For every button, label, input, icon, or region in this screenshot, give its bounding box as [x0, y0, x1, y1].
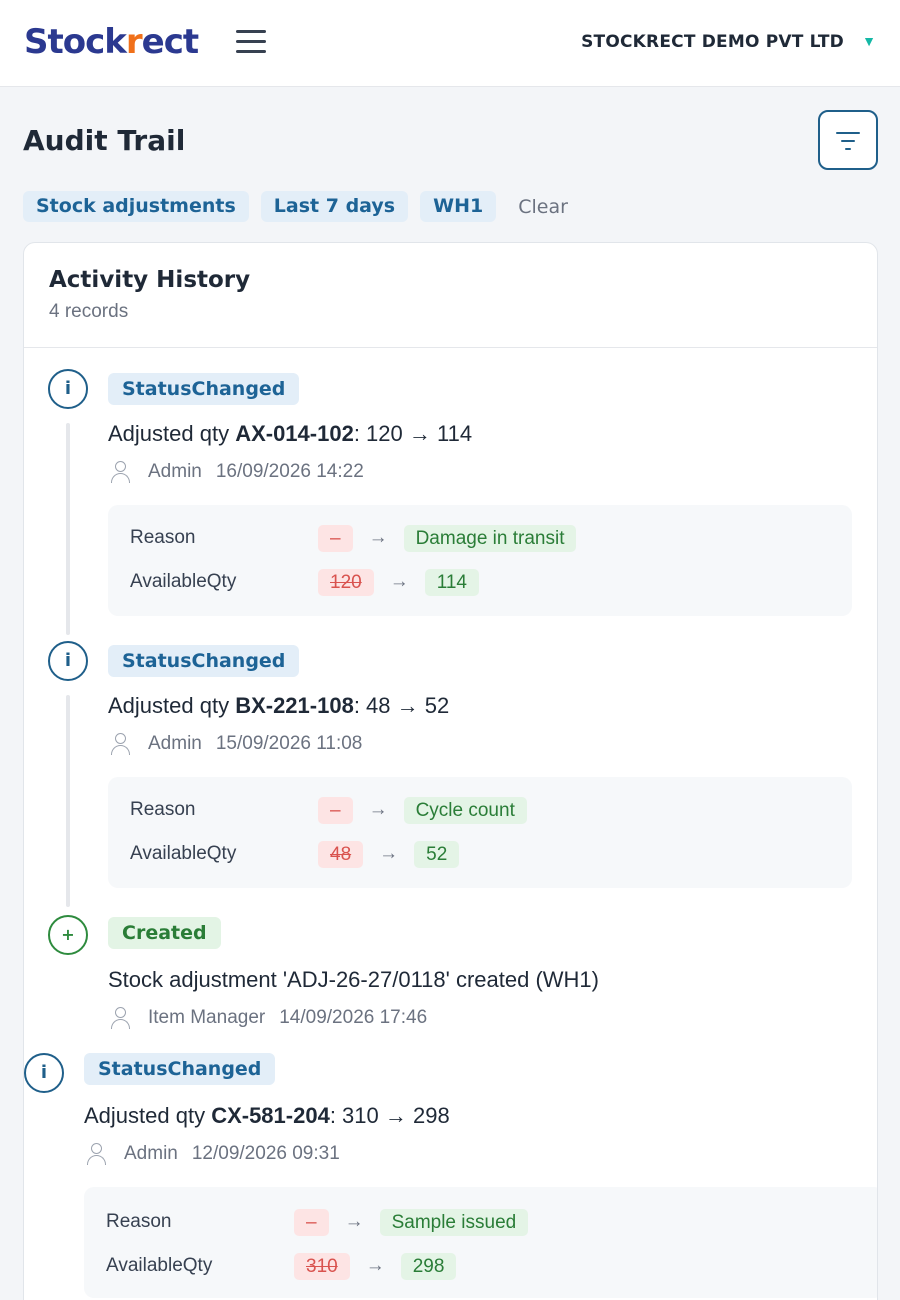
entry-timestamp: 15/09/2026 11:08	[215, 733, 363, 754]
change-field: Reason	[106, 1211, 172, 1232]
filter-chip-period[interactable]: Last 7 days	[260, 191, 409, 222]
change-details: Reason – → Cycle count AvailableQty 48 →…	[108, 777, 852, 888]
logo-text-main: Stock	[24, 22, 127, 62]
change-row: Reason – → Damage in transit	[130, 524, 577, 552]
logo-text-tick: r	[125, 22, 143, 62]
change-row: AvailableQty 310 → 298	[106, 1252, 457, 1280]
change-row: Reason – → Cycle count	[130, 796, 527, 824]
timeline-connector	[66, 695, 70, 907]
company-name[interactable]: STOCKRECT DEMO PVT LTD	[581, 32, 844, 52]
event-type-badge: Created	[108, 917, 221, 949]
timeline-connector	[66, 423, 70, 635]
entry-timestamp: 16/09/2026 14:22	[215, 461, 364, 482]
change-field: Reason	[130, 799, 196, 820]
change-field: AvailableQty	[130, 571, 237, 592]
old-value: –	[294, 1208, 329, 1236]
entry-message: Adjusted qty BX-221-108: 48 → 52	[108, 693, 450, 718]
arrow-right-icon: →	[344, 1211, 364, 1232]
card-title: Activity History	[49, 267, 251, 293]
top-bar: Stockrect STOCKRECT DEMO PVT LTD ▼	[0, 0, 900, 87]
new-value: Sample issued	[379, 1208, 529, 1236]
info-icon: i	[48, 369, 88, 409]
entry-message: Stock adjustment 'ADJ-26-27/0118' create…	[108, 967, 599, 992]
info-icon: i	[24, 1053, 64, 1093]
change-details: Reason – → Damage in transit AvailableQt…	[108, 505, 852, 616]
old-value: 48	[318, 840, 364, 868]
old-value: 310	[294, 1252, 350, 1280]
entry-message: Adjusted qty AX-014-102: 120 → 114	[108, 421, 473, 446]
user-icon	[110, 460, 132, 484]
new-value: 298	[400, 1252, 457, 1280]
clear-filters-link[interactable]: Clear	[508, 196, 568, 218]
entry-meta: Admin 15/09/2026 11:08	[110, 732, 362, 756]
entry-user: Admin	[148, 461, 202, 482]
entry-timestamp: 14/09/2026 17:46	[279, 1007, 428, 1028]
arrow-right-icon: →	[389, 571, 409, 592]
entry-meta: Item Manager 14/09/2026 17:46	[110, 1006, 427, 1030]
hamburger-icon[interactable]	[236, 30, 266, 56]
entry-user: Admin	[148, 733, 202, 754]
old-value: –	[318, 796, 353, 824]
arrow-right-icon: →	[365, 1255, 385, 1276]
old-value: 120	[318, 568, 374, 596]
filter-chip-warehouse[interactable]: WH1	[420, 191, 497, 222]
event-type-badge: StatusChanged	[108, 373, 300, 405]
arrow-right-icon: →	[379, 843, 399, 864]
record-count: 4 records	[49, 301, 129, 322]
change-field: AvailableQty	[130, 843, 237, 864]
entry-message: Adjusted qty CX-581-204: 310 → 298	[84, 1103, 450, 1128]
event-type-badge: StatusChanged	[84, 1053, 276, 1085]
old-value: –	[318, 524, 353, 552]
active-filters: Stock adjustments Last 7 days WH1 Clear	[23, 191, 568, 222]
new-value: Damage in transit	[403, 524, 577, 552]
change-field: Reason	[130, 527, 196, 548]
user-icon	[86, 1142, 108, 1166]
new-value: 114	[424, 568, 479, 596]
user-icon	[110, 1006, 132, 1030]
page-title: Audit Trail	[23, 124, 186, 157]
new-value: Cycle count	[403, 796, 527, 824]
filter-chip-type[interactable]: Stock adjustments	[23, 191, 249, 222]
entry-meta: Admin 12/09/2026 09:31	[86, 1142, 340, 1166]
entry-timestamp: 12/09/2026 09:31	[191, 1143, 340, 1164]
change-row: Reason – → Sample issued	[106, 1208, 529, 1236]
entry-user: Admin	[124, 1143, 178, 1164]
change-row: AvailableQty 120 → 114	[130, 568, 479, 596]
card-header: Activity History 4 records	[24, 243, 877, 348]
new-value: 52	[414, 840, 460, 868]
entry-meta: Admin 16/09/2026 14:22	[110, 460, 364, 484]
change-row: AvailableQty 48 → 52	[130, 840, 460, 868]
change-details: Reason – → Sample issued AvailableQty 31…	[84, 1187, 877, 1298]
arrow-right-icon: →	[368, 799, 388, 820]
arrow-right-icon: →	[368, 527, 388, 548]
info-icon: i	[48, 641, 88, 681]
triangle-down-icon[interactable]: ▼	[862, 33, 876, 49]
activity-history-card: Activity History 4 records i StatusChang…	[23, 242, 878, 1300]
stockrect-logo[interactable]: Stockrect	[24, 22, 199, 62]
change-field: AvailableQty	[106, 1255, 213, 1276]
entry-user: Item Manager	[148, 1007, 266, 1028]
logo-text-rest: ect	[141, 22, 199, 62]
filter-button[interactable]	[818, 110, 878, 170]
plus-icon: +	[48, 915, 88, 955]
event-type-badge: StatusChanged	[108, 645, 300, 677]
user-icon	[110, 732, 132, 756]
